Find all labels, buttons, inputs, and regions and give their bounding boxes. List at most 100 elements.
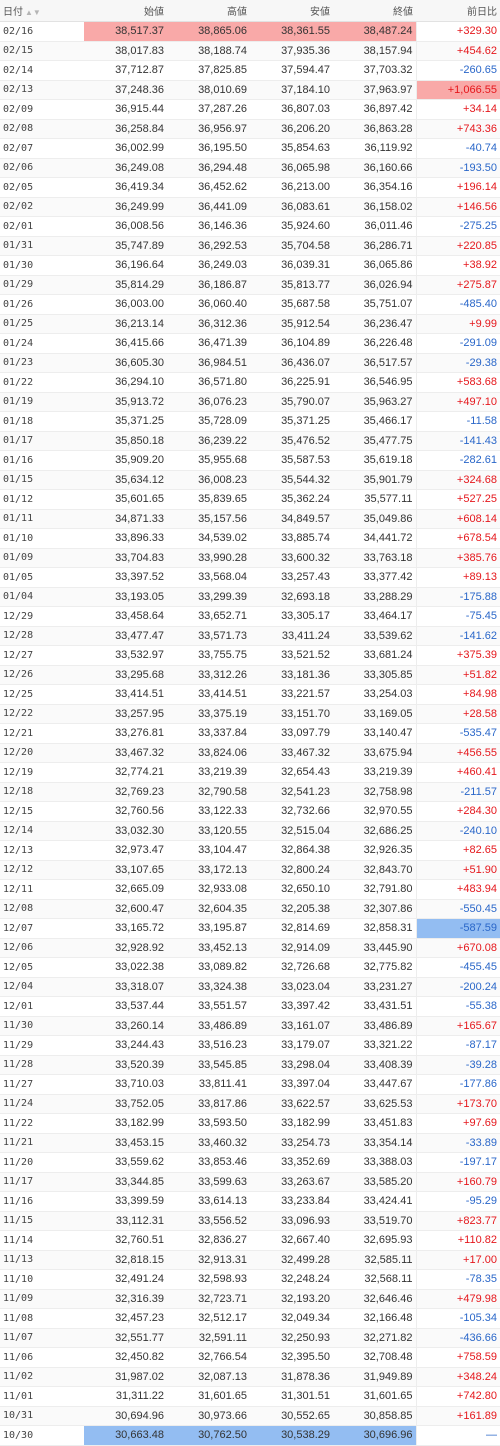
high-cell: 33,172.13 <box>167 860 250 880</box>
open-cell: 33,704.83 <box>84 548 167 568</box>
open-cell: 33,257.95 <box>84 704 167 724</box>
high-cell: 36,956.97 <box>167 119 250 139</box>
change-cell: +28.58 <box>415 704 500 724</box>
date-cell: 01/16 <box>0 450 84 471</box>
high-cell: 33,414.51 <box>167 684 250 705</box>
low-cell: 35,476.52 <box>250 431 333 451</box>
date-cell: 12/11 <box>0 879 84 900</box>
change-column-header[interactable]: 前日比 <box>416 0 500 22</box>
open-column-header[interactable]: 始値 <box>84 0 167 22</box>
table-row: 11/27 33,710.03 33,811.41 33,397.04 33,447.6… <box>0 1074 500 1095</box>
open-cell: 33,453.15 <box>84 1133 167 1153</box>
high-cell: 33,120.55 <box>167 821 250 841</box>
low-cell: 33,181.36 <box>250 665 333 685</box>
close-cell: 33,585.20 <box>333 1172 416 1192</box>
open-cell: 33,318.07 <box>84 977 167 997</box>
date-cell: 12/25 <box>0 684 84 705</box>
open-cell: 33,193.05 <box>84 587 167 607</box>
change-cell: +84.98 <box>415 684 500 705</box>
table-row: 11/06 32,450.82 32,766.54 32,395.50 32,708.4… <box>0 1347 500 1368</box>
date-cell: 12/01 <box>0 996 84 1017</box>
low-cell: 37,184.10 <box>250 80 333 100</box>
table-row: 12/27 33,532.97 33,755.75 33,521.52 33,681.2… <box>0 645 500 666</box>
high-cell: 33,486.89 <box>167 1016 250 1036</box>
high-cell: 35,157.56 <box>167 509 250 529</box>
table-row: 12/11 32,665.09 32,933.08 32,650.10 32,791.8… <box>0 879 500 900</box>
low-cell: 35,544.32 <box>250 470 333 490</box>
close-cell: 37,703.32 <box>333 60 416 81</box>
high-cell: 32,836.27 <box>167 1230 250 1251</box>
table-row: 11/15 33,112.31 33,556.52 33,096.93 33,519.7… <box>0 1211 500 1231</box>
high-cell: 32,913.31 <box>167 1250 250 1270</box>
open-cell: 36,419.34 <box>84 177 167 198</box>
date-cell: 02/02 <box>0 197 84 217</box>
table-row: 01/25 36,213.14 36,312.36 35,912.54 36,236.4… <box>0 314 500 334</box>
change-cell: +196.14 <box>415 177 500 198</box>
close-cell: 32,585.11 <box>333 1250 416 1270</box>
open-cell: 33,260.14 <box>84 1016 167 1036</box>
high-column-header[interactable]: 高値 <box>167 0 250 22</box>
change-cell: -291.09 <box>415 333 500 354</box>
open-cell: 37,712.87 <box>84 60 167 81</box>
table-row: 11/30 33,260.14 33,486.89 33,161.07 33,486.8… <box>0 1016 500 1036</box>
date-cell: 11/10 <box>0 1269 84 1290</box>
high-cell: 33,104.47 <box>167 840 250 861</box>
table-row: 11/21 33,453.15 33,460.32 33,254.73 33,354.1… <box>0 1133 500 1153</box>
high-cell: 33,195.87 <box>167 918 250 939</box>
date-cell: 01/22 <box>0 372 84 393</box>
table-row: 01/09 33,704.83 33,990.28 33,600.32 33,763.1… <box>0 548 500 568</box>
close-cell: 33,231.27 <box>333 977 416 997</box>
close-cell: 36,026.94 <box>333 275 416 295</box>
close-cell: 35,466.17 <box>333 411 416 432</box>
date-cell: 01/25 <box>0 314 84 334</box>
change-cell: -535.47 <box>415 723 500 744</box>
close-cell: 36,863.28 <box>333 119 416 139</box>
table-row: 11/09 32,316.39 32,723.71 32,193.20 32,646.4… <box>0 1289 500 1309</box>
open-cell: 35,601.65 <box>84 489 167 510</box>
close-cell: 33,763.18 <box>333 548 416 568</box>
table-row: 11/22 33,182.99 33,593.50 33,182.99 33,451.8… <box>0 1113 500 1134</box>
date-cell: 01/30 <box>0 255 84 276</box>
close-cell: 32,775.82 <box>333 957 416 978</box>
high-cell: 33,556.52 <box>167 1211 250 1231</box>
table-row: 01/11 34,871.33 35,157.56 34,849.57 35,049.8… <box>0 509 500 529</box>
close-cell: 36,236.47 <box>333 314 416 334</box>
table-row: 10/30 30,663.48 30,762.50 30,538.29 30,696.9… <box>0 1425 500 1446</box>
date-column-header[interactable]: 日付 ▲▼ <box>0 0 84 22</box>
low-cell: 38,361.55 <box>250 21 333 42</box>
close-cell: 35,901.79 <box>333 470 416 490</box>
high-cell: 36,571.80 <box>167 372 250 393</box>
open-cell: 33,520.39 <box>84 1055 167 1075</box>
high-cell: 32,766.54 <box>167 1347 250 1368</box>
low-cell: 35,813.77 <box>250 275 333 295</box>
change-cell: +456.55 <box>415 743 500 763</box>
table-row: 11/01 31,311.22 31,601.65 31,301.51 31,601.6… <box>0 1386 500 1407</box>
table-row: 01/18 35,371.25 35,728.09 35,371.25 35,466.1… <box>0 411 500 432</box>
close-cell: 35,963.27 <box>333 392 416 412</box>
high-cell: 33,568.04 <box>167 567 250 588</box>
close-cell: 32,843.70 <box>333 860 416 880</box>
open-cell: 31,987.02 <box>84 1367 167 1387</box>
close-cell: 30,696.96 <box>333 1425 416 1446</box>
low-cell: 33,254.73 <box>250 1133 333 1153</box>
sort-arrows-icon[interactable]: ▲▼ <box>25 8 41 17</box>
low-column-header[interactable]: 安値 <box>250 0 333 22</box>
high-cell: 32,512.17 <box>167 1308 250 1329</box>
table-row: 12/04 33,318.07 33,324.38 33,023.04 33,231.2… <box>0 977 500 997</box>
change-cell: +284.30 <box>415 801 500 822</box>
low-cell: 37,594.47 <box>250 60 333 81</box>
change-cell: +479.98 <box>415 1289 500 1309</box>
low-cell: 33,521.52 <box>250 645 333 666</box>
close-cell: 33,539.62 <box>333 626 416 646</box>
table-row: 11/13 32,818.15 32,913.31 32,499.28 32,585.1… <box>0 1250 500 1270</box>
close-cell: 33,424.41 <box>333 1191 416 1212</box>
high-cell: 33,219.39 <box>167 762 250 783</box>
open-cell: 36,002.99 <box>84 138 167 159</box>
high-cell: 38,188.74 <box>167 41 250 61</box>
close-cell: 35,049.86 <box>333 509 416 529</box>
close-cell: 32,271.82 <box>333 1328 416 1348</box>
table-row: 12/20 33,467.32 33,824.06 33,467.32 33,675.9… <box>0 743 500 763</box>
open-cell: 35,747.89 <box>84 236 167 256</box>
close-column-header[interactable]: 終値 <box>333 0 416 22</box>
open-cell: 32,760.56 <box>84 801 167 822</box>
